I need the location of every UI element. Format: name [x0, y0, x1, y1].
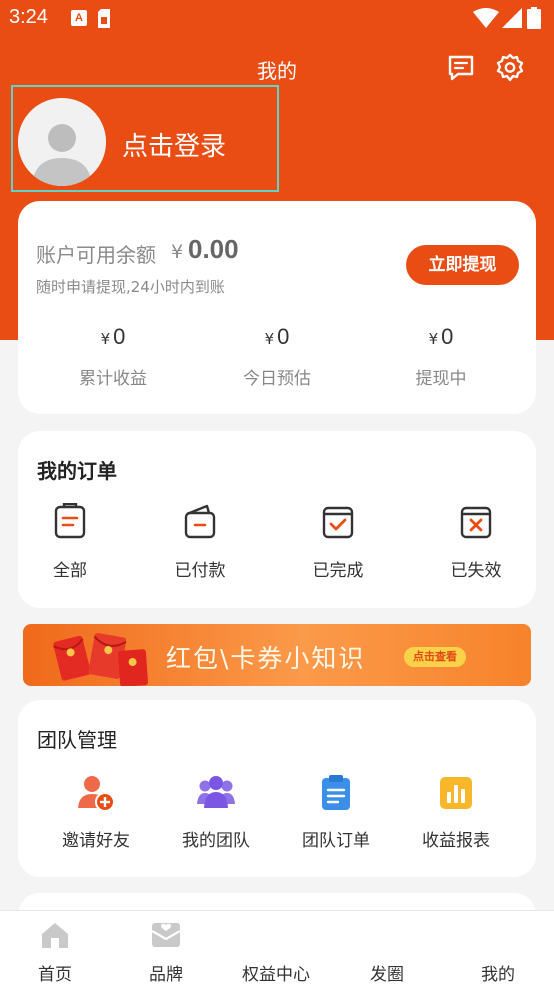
gear-icon[interactable] [495, 53, 525, 83]
stat-currency: ¥ [264, 330, 275, 348]
balance-label: 账户可用余额 [36, 243, 156, 267]
avatar[interactable] [18, 98, 106, 186]
tips-banner[interactable]: 红包\卡券小知识 点击查看 [23, 624, 531, 686]
stat-value: 0 [441, 324, 454, 349]
orders-title: 我的订单 [37, 459, 117, 483]
order-expired[interactable]: 已失效 [426, 503, 526, 581]
team-label: 邀请好友 [62, 831, 130, 851]
order-label: 已完成 [312, 561, 364, 581]
team-icon [197, 776, 235, 808]
status-time: 3:24 [9, 6, 48, 28]
chart-report-icon [440, 777, 472, 809]
balance-card: 账户可用余额 ¥ 0.00 随时申请提现,24小时内到账 立即提现 ¥0 累计收… [18, 201, 536, 414]
home-icon [42, 923, 68, 948]
team-earnings-report[interactable]: 收益报表 [396, 774, 516, 851]
tab-label: 首页 [38, 965, 72, 984]
stat-today-estimate[interactable]: ¥0 今日预估 [202, 324, 352, 389]
balance-amount: 0.00 [188, 234, 239, 264]
team-label: 团队订单 [302, 831, 370, 851]
battery-icon [527, 7, 541, 29]
tab-label: 我的 [481, 965, 515, 984]
wallet-icon [184, 504, 216, 539]
stat-value: 0 [113, 324, 126, 349]
red-envelope-icon [53, 632, 149, 686]
stat-currency: ¥ [428, 330, 439, 348]
message-icon[interactable] [446, 53, 476, 83]
signal-icon [502, 8, 522, 28]
tab-label: 权益中心 [242, 965, 310, 984]
team-orders[interactable]: 团队订单 [276, 774, 396, 851]
stat-label: 今日预估 [243, 369, 311, 389]
status-bar: 3:24 A [0, 0, 554, 36]
tab-benefits-center[interactable]: 权益中心 [221, 911, 331, 984]
team-my-team[interactable]: 我的团队 [156, 774, 276, 851]
order-all[interactable]: 全部 [20, 503, 120, 581]
order-completed[interactable]: 已完成 [288, 503, 388, 581]
stat-withdrawing[interactable]: ¥0 提现中 [366, 324, 516, 389]
stat-label: 累计收益 [79, 369, 147, 389]
tab-label: 品牌 [149, 965, 183, 984]
team-invite-friends[interactable]: 邀请好友 [36, 774, 156, 851]
stat-total-earnings[interactable]: ¥0 累计收益 [38, 324, 188, 389]
withdraw-button[interactable]: 立即提现 [406, 245, 519, 285]
x-bag-icon [460, 506, 492, 539]
stat-value: 0 [277, 324, 290, 349]
notification-icon: A [71, 10, 87, 26]
stat-currency: ¥ [100, 330, 111, 348]
balance-subtitle: 随时申请提现,24小时内到账 [36, 278, 225, 296]
tab-home[interactable]: 首页 [0, 911, 110, 984]
default-user-icon [18, 98, 106, 186]
order-label: 全部 [53, 561, 87, 581]
tab-brand[interactable]: 品牌 [111, 911, 221, 984]
orders-card: 我的订单 全部 已付款 已完成 已失效 [18, 431, 536, 608]
team-title: 团队管理 [37, 728, 117, 752]
team-label: 我的团队 [182, 831, 250, 851]
wifi-icon [473, 8, 499, 28]
team-order-icon [322, 775, 350, 810]
tab-moments[interactable]: 发圈 [332, 911, 442, 984]
stat-label: 提现中 [415, 369, 467, 389]
bottom-tab-bar: 首页 品牌 权益中心 发圈 我的 [0, 910, 554, 984]
team-card: 团队管理 邀请好友 我的团队 团队订单 收益报表 [18, 700, 536, 877]
order-paid[interactable]: 已付款 [150, 503, 250, 581]
balance-currency: ¥ [171, 241, 184, 263]
check-bag-icon [322, 506, 354, 539]
sim-card-icon [98, 9, 110, 28]
order-label: 已付款 [174, 561, 226, 581]
tab-mine[interactable]: 我的 [443, 911, 553, 984]
tab-label: 发圈 [370, 965, 404, 984]
invite-user-icon [78, 776, 115, 812]
banner-text: 红包\卡券小知识 [166, 644, 366, 673]
team-label: 收益报表 [422, 831, 490, 851]
login-label[interactable]: 点击登录 [122, 126, 226, 163]
brand-icon [151, 923, 181, 947]
banner-view-button[interactable]: 点击查看 [404, 647, 466, 667]
order-label: 已失效 [450, 561, 502, 581]
clipboard-icon [54, 503, 86, 539]
